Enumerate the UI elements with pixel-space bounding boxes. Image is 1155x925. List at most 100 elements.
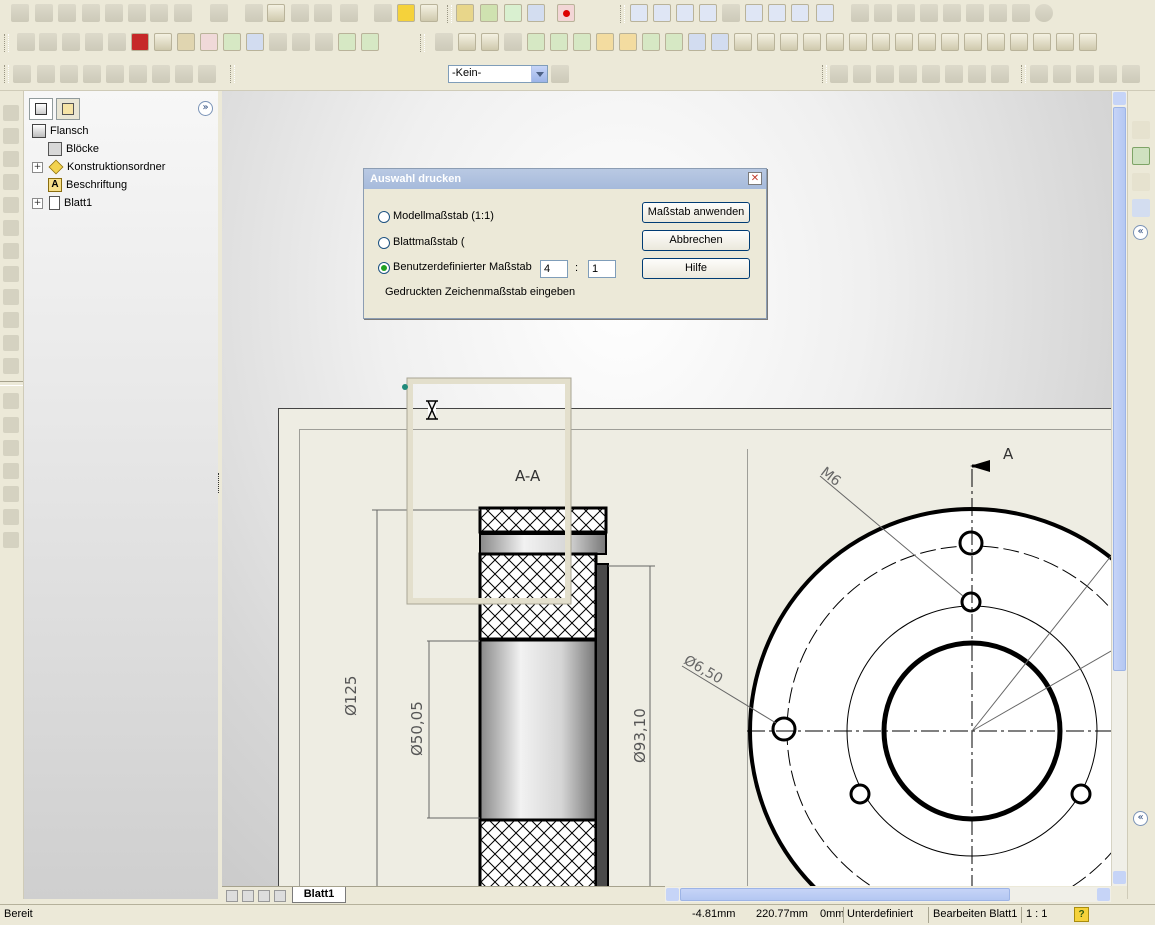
sketch-icon[interactable] xyxy=(456,4,474,22)
radio-sheet-scale[interactable] xyxy=(378,237,390,249)
resources-icon[interactable] xyxy=(1132,147,1150,165)
expand-icon[interactable]: + xyxy=(32,161,43,173)
sphere-icon[interactable] xyxy=(1035,4,1053,22)
weld-table-tool-icon[interactable] xyxy=(3,509,19,525)
general-table-icon[interactable] xyxy=(3,486,19,502)
cancel-button[interactable]: Abbrechen xyxy=(642,230,750,251)
surface-finish-icon[interactable] xyxy=(152,65,170,83)
library-icon[interactable] xyxy=(1132,199,1150,217)
radio-model-scale[interactable] xyxy=(378,211,390,223)
stop-icon[interactable] xyxy=(39,33,57,51)
filter-dim-icon[interactable] xyxy=(642,33,660,51)
horizontal-scroll-thumb[interactable] xyxy=(680,888,1010,901)
filter-toggle-icon[interactable] xyxy=(1056,33,1074,51)
vertical-scrollbar[interactable] xyxy=(1111,91,1127,886)
table-icon[interactable] xyxy=(374,4,392,22)
filter-plane-icon[interactable] xyxy=(550,33,568,51)
sketch-tool-icon[interactable] xyxy=(3,105,19,121)
filter-curve-icon[interactable] xyxy=(619,33,637,51)
filter-block-icon[interactable] xyxy=(872,33,890,51)
rebuild-icon[interactable] xyxy=(291,4,309,22)
dimension-d9310[interactable]: Ø93,10 xyxy=(631,708,649,763)
view-bottom-icon[interactable] xyxy=(966,4,984,22)
last-sheet-icon[interactable] xyxy=(274,890,286,902)
view-orientation-icon[interactable] xyxy=(791,4,809,22)
chamfer-icon[interactable] xyxy=(3,266,19,282)
filter-hatch-icon[interactable] xyxy=(964,33,982,51)
radio-custom-scale[interactable] xyxy=(378,262,390,274)
print-icon[interactable] xyxy=(105,4,123,22)
chamfer-dim-icon[interactable] xyxy=(106,65,124,83)
layer-properties-icon[interactable] xyxy=(551,65,569,83)
pause-icon[interactable] xyxy=(62,33,80,51)
shell-icon[interactable] xyxy=(3,289,19,305)
assembly-2-icon[interactable] xyxy=(292,33,310,51)
mate-icon[interactable] xyxy=(200,33,218,51)
datum-icon[interactable] xyxy=(198,65,216,83)
camera-icon[interactable] xyxy=(420,4,438,22)
record-icon[interactable] xyxy=(557,4,575,22)
tree-root[interactable]: Flansch xyxy=(32,122,89,140)
filter-weld-icon[interactable] xyxy=(734,33,752,51)
filter-icon[interactable] xyxy=(435,33,453,51)
save-icon[interactable] xyxy=(58,4,76,22)
filter-face-icon[interactable] xyxy=(504,33,522,51)
filter-edge-icon[interactable] xyxy=(481,33,499,51)
collapse-pane-top-icon[interactable]: « xyxy=(1133,225,1148,240)
table-bom-icon[interactable] xyxy=(1076,65,1094,83)
search-icon[interactable] xyxy=(1132,173,1150,191)
filter-sketch-icon[interactable] xyxy=(596,33,614,51)
pan-icon[interactable] xyxy=(768,4,786,22)
grid-icon[interactable] xyxy=(340,4,358,22)
scroll-left-icon[interactable] xyxy=(666,888,679,901)
vertical-dim-icon[interactable] xyxy=(60,65,78,83)
aux-view-icon[interactable] xyxy=(876,65,894,83)
point-icon[interactable] xyxy=(504,4,522,22)
home-icon[interactable] xyxy=(1132,121,1150,139)
print-preview-icon[interactable] xyxy=(82,4,100,22)
filter-clear-icon[interactable] xyxy=(1079,33,1097,51)
move-component-icon[interactable] xyxy=(361,33,379,51)
rev-table-icon[interactable] xyxy=(3,463,19,479)
property-manager-tab[interactable] xyxy=(56,98,80,120)
filter-spline-icon[interactable] xyxy=(987,33,1005,51)
line-icon[interactable] xyxy=(480,4,498,22)
next-sheet-icon[interactable] xyxy=(258,890,270,902)
alternate-view-icon[interactable] xyxy=(991,65,1009,83)
bend-table-icon[interactable] xyxy=(3,532,19,548)
layer-select[interactable]: -Kein- xyxy=(448,65,548,83)
feature-manager-tab[interactable] xyxy=(29,98,53,120)
filter-vertex-icon[interactable] xyxy=(458,33,476,51)
macro-icon[interactable] xyxy=(85,33,103,51)
prev-sheet-icon[interactable] xyxy=(242,890,254,902)
tree-item-bloecke[interactable]: Blöcke xyxy=(48,140,99,158)
scroll-up-icon[interactable] xyxy=(1113,92,1126,105)
ordinate-dim-icon[interactable] xyxy=(83,65,101,83)
zoom-selection-icon[interactable] xyxy=(699,4,717,22)
hole-callout-icon[interactable] xyxy=(129,65,147,83)
new-document-icon[interactable] xyxy=(11,4,29,22)
rotate-icon[interactable] xyxy=(745,4,763,22)
options-icon[interactable] xyxy=(314,4,332,22)
printer-icon[interactable] xyxy=(128,4,146,22)
filter-sfs-icon[interactable] xyxy=(918,33,936,51)
balloon-icon[interactable] xyxy=(1053,65,1071,83)
section-view-icon[interactable] xyxy=(899,65,917,83)
crop-view-icon[interactable] xyxy=(945,65,963,83)
filter-region-icon[interactable] xyxy=(1010,33,1028,51)
bom-icon[interactable] xyxy=(3,440,19,456)
tree-item-blatt1[interactable]: + Blatt1 xyxy=(32,194,92,212)
filter-center-icon[interactable] xyxy=(826,33,844,51)
filter-solid-icon[interactable] xyxy=(1033,33,1051,51)
radio-sheet-scale-label[interactable]: Blattmaßstab ( xyxy=(393,236,465,248)
component-icon[interactable] xyxy=(223,33,241,51)
filter-cosmetic-icon[interactable] xyxy=(849,33,867,51)
open-folder-icon[interactable] xyxy=(35,4,53,22)
pattern-icon[interactable] xyxy=(3,358,19,374)
horizontal-scrollbar[interactable] xyxy=(665,887,1111,902)
revolve-icon[interactable] xyxy=(3,151,19,167)
view-front-icon[interactable] xyxy=(851,4,869,22)
radio-custom-scale-label[interactable]: Benutzerdefinierter Maßstab xyxy=(393,261,532,273)
dimension-d125[interactable]: Ø125 xyxy=(342,676,360,716)
view-dimetric-icon[interactable] xyxy=(1012,4,1030,22)
